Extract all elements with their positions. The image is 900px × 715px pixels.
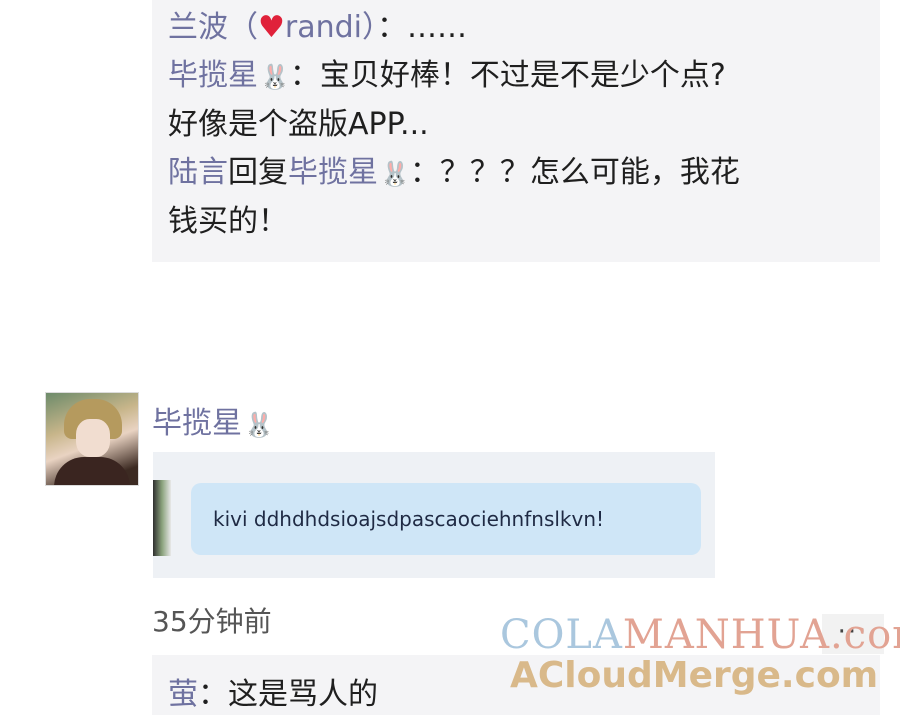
- reply-label: 回复: [228, 155, 288, 190]
- comment-section: 兰波（♥randi）：…… 毕揽星🐰：宝贝好棒！不过是不是少个点? 好像是个盗版…: [152, 0, 880, 262]
- post-timestamp: 35分钟前: [152, 605, 272, 638]
- heart-icon: ♥: [258, 10, 285, 45]
- comment-text: ：这是骂人的: [198, 677, 378, 712]
- post-card[interactable]: kivi ddhdhdsioajsdpascaociehnfnslkvn!: [153, 452, 715, 578]
- watermark-text: COLAMANHUA.com: [500, 612, 900, 658]
- message-bubble[interactable]: kivi ddhdhdsioajsdpascaociehnfnslkvn!: [191, 483, 701, 555]
- rabbit-icon: 🐰: [260, 63, 290, 91]
- commenter-name[interactable]: 毕揽星: [168, 58, 258, 93]
- comment-text-continued: 好像是个盗版APP...: [168, 107, 429, 142]
- comment-text: ：宝贝好棒！不过是不是少个点?: [289, 58, 726, 93]
- rabbit-icon: 🐰: [244, 411, 274, 439]
- comment-line: 陆言回复毕揽星🐰：？？？怎么可能，我花: [168, 149, 864, 198]
- comment-text: ：？？？怎么可能，我花: [409, 155, 740, 190]
- rabbit-icon: 🐰: [380, 160, 410, 188]
- commenter-name[interactable]: 陆言: [168, 155, 228, 190]
- comment-text-continued: 钱买的！: [168, 204, 288, 239]
- avatar[interactable]: [45, 392, 139, 486]
- comment-line: 兰波（♥randi）：……: [168, 4, 864, 52]
- reply-target-name[interactable]: 毕揽星: [288, 155, 378, 190]
- avatar-coat: [54, 457, 130, 485]
- thumbnail-image[interactable]: [153, 480, 171, 556]
- commenter-name[interactable]: 兰波（♥randi）: [168, 10, 377, 45]
- post-author-name[interactable]: 毕揽星🐰: [152, 398, 274, 442]
- comment-line: 毕揽星🐰：宝贝好棒！不过是不是少个点?: [168, 52, 864, 101]
- comment-text: ：……: [377, 10, 468, 45]
- commenter-name[interactable]: 萤: [168, 677, 198, 712]
- watermark-text: ACloudMerge.com: [510, 655, 879, 696]
- avatar-face: [76, 419, 110, 457]
